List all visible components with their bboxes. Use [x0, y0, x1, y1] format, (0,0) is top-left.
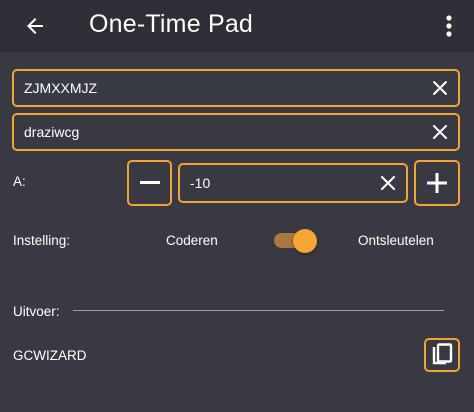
mode-label: Instelling: [13, 233, 71, 248]
mode-option-decode[interactable]: Ontsleutelen [358, 233, 434, 248]
copy-icon [432, 343, 453, 365]
text-input[interactable] [24, 71, 418, 105]
close-icon [381, 176, 395, 190]
offset-field [178, 163, 408, 203]
close-icon [433, 125, 447, 139]
text-input-field [12, 69, 460, 107]
offset-input[interactable] [190, 165, 366, 201]
arrow-left-icon [27, 18, 43, 34]
minus-icon [139, 181, 160, 184]
increment-button[interactable] [414, 160, 460, 206]
toggle-thumb [293, 229, 317, 253]
output-label: Uitvoer: [13, 304, 60, 319]
output-divider [73, 310, 444, 311]
more-vert-icon [446, 15, 452, 37]
overflow-menu-button[interactable] [436, 12, 462, 40]
page-title: One-Time Pad [89, 10, 254, 38]
mode-option-encode[interactable]: Coderen [166, 233, 218, 248]
back-button[interactable] [20, 11, 50, 41]
output-value: GCWIZARD [13, 348, 87, 363]
decrement-button[interactable] [127, 160, 172, 206]
close-icon [433, 81, 447, 95]
app-bar: One-Time Pad [0, 0, 474, 52]
plus-icon [427, 173, 447, 193]
copy-button[interactable] [424, 338, 460, 372]
offset-label: A: [13, 174, 26, 189]
mode-toggle[interactable] [272, 229, 318, 253]
clear-text-button[interactable] [430, 78, 450, 98]
key-input-field [12, 113, 460, 151]
key-input[interactable] [24, 115, 418, 149]
clear-key-button[interactable] [430, 122, 450, 142]
clear-offset-button[interactable] [378, 173, 398, 193]
